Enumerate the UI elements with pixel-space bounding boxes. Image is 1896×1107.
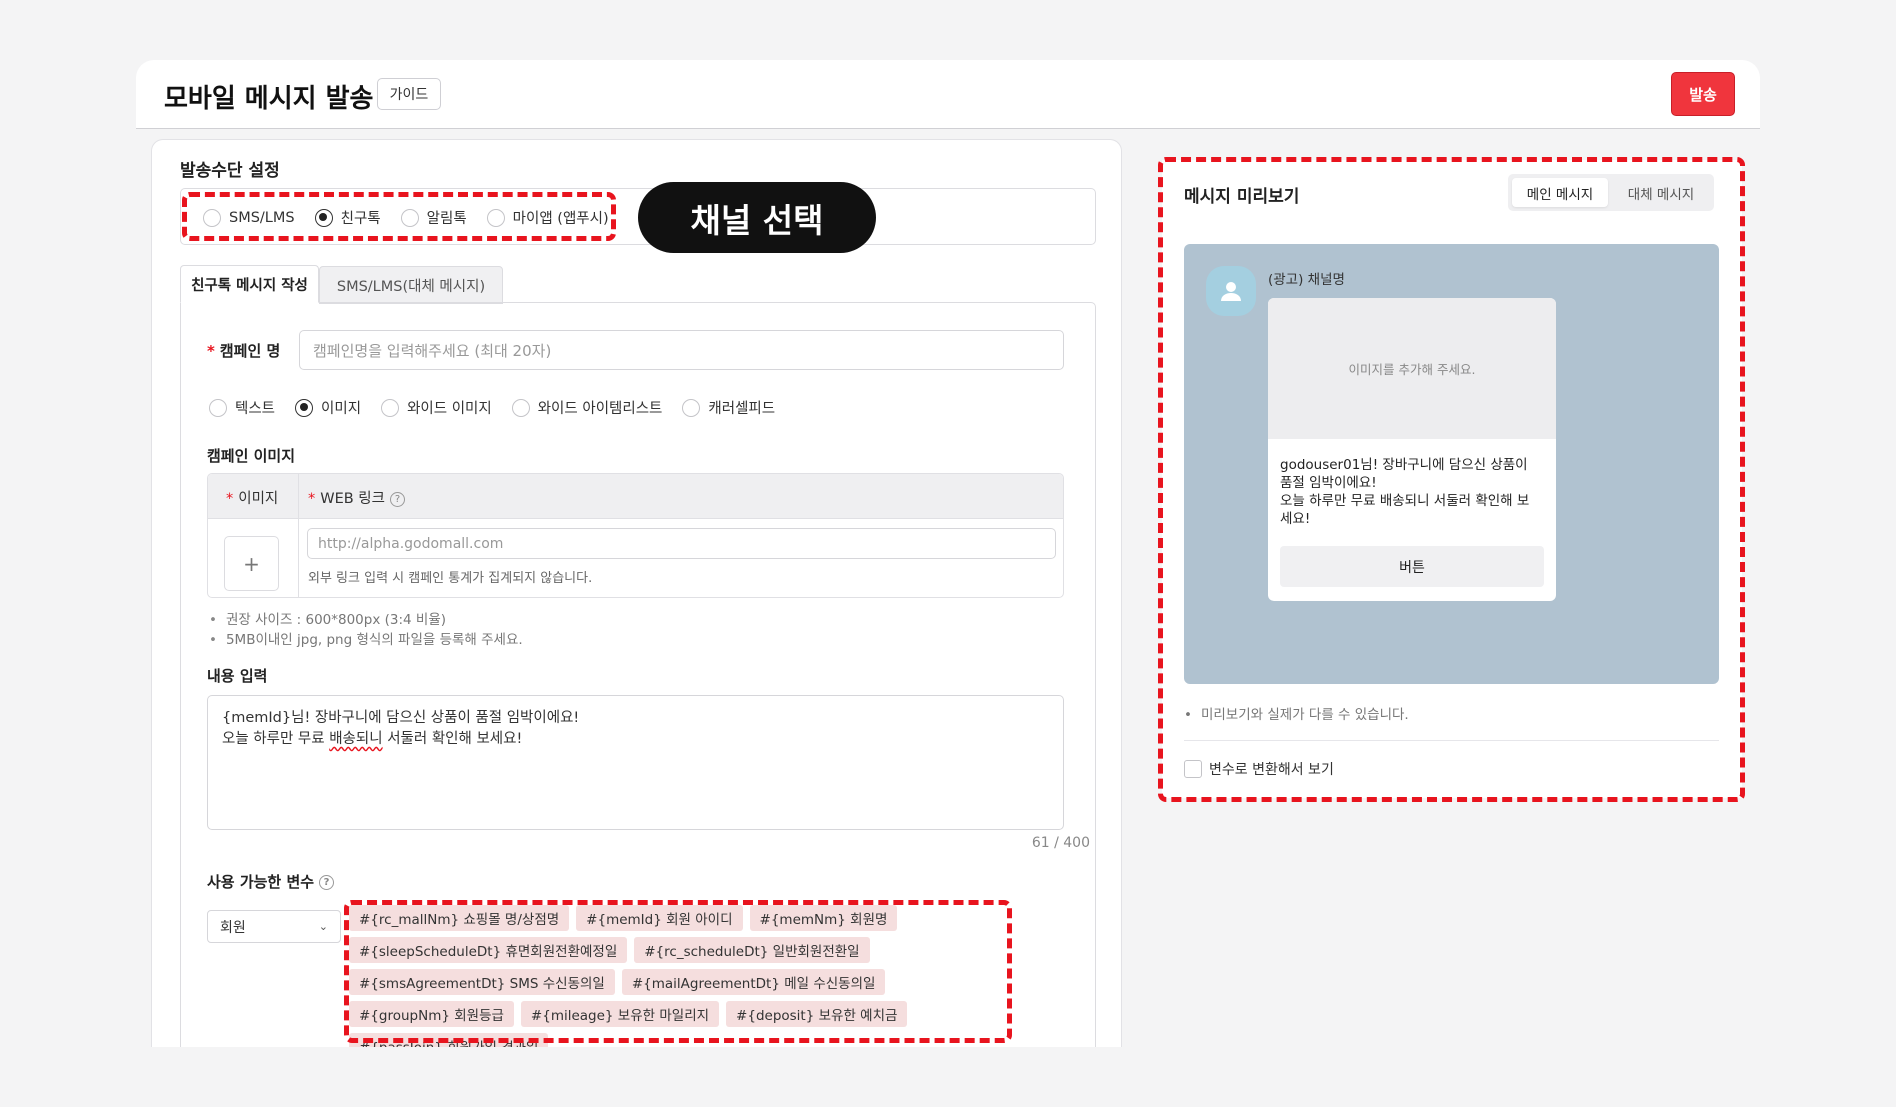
preview-main-message-button[interactable]: 메인 메시지 (1512, 178, 1608, 207)
campaign-image-label: 캠페인 이미지 (207, 447, 296, 465)
message-bubble: 이미지를 추가해 주세요. godouser01님! 장바구니에 담으신 상품이… (1268, 298, 1556, 601)
page-header: 모바일 메시지 발송 가이드 발송 (136, 60, 1760, 129)
message-preview: (광고) 채널명 이미지를 추가해 주세요. godouser01님! 장바구니… (1184, 244, 1719, 684)
user-icon (1221, 282, 1241, 301)
web-link-input[interactable]: http://alpha.godomall.com (307, 528, 1056, 559)
chevron-down-icon: ⌄ (318, 920, 328, 933)
radio-circle-icon (400, 208, 419, 227)
guide-button[interactable]: 가이드 (377, 78, 441, 110)
help-icon[interactable]: ? (319, 875, 335, 890)
compose-panel: 발송수단 설정 SMS/LMS 친구톡 알림톡 마이앱 (앱푸시) 친구톡 메시… (151, 139, 1122, 1047)
checkbox-icon (1184, 760, 1202, 778)
radio-selected-icon (314, 208, 333, 227)
tab-sms-fallback[interactable]: SMS/LMS(대체 메시지) (319, 266, 503, 304)
preview-note: 미리보기와 실제가 다를 수 있습니다. (1184, 703, 1409, 723)
radio-circle-icon (682, 398, 701, 417)
channel-name: (광고) 채널명 (1268, 272, 1345, 288)
radio-circle-icon (209, 398, 227, 417)
variable-category-select[interactable]: 회원 ⌄ (207, 910, 341, 943)
type-radio-wide-itemlist[interactable]: 와이드 아이템리스트 (511, 397, 662, 418)
variable-chip[interactable]: #{passJoin} 회원가입 경과일 (349, 1033, 549, 1047)
variable-chip[interactable]: #{groupNm} 회원등급 (349, 1001, 514, 1027)
variable-chip[interactable]: #{deposit} 보유한 예치금 (726, 1001, 908, 1027)
channel-radio-sms[interactable]: SMS/LMS (203, 208, 295, 227)
content-label: 내용 입력 (207, 667, 268, 685)
variable-chip[interactable]: #{mileage} 보유한 마일리지 (520, 1001, 720, 1027)
preview-panel: 메시지 미리보기 메인 메시지 대체 메시지 (광고) 채널명 이미지를 추가해… (1162, 160, 1742, 798)
campaign-name-label: * 캠페인 명 (207, 342, 281, 360)
col-web-link-header: * WEB 링크? (308, 487, 405, 508)
message-action-button[interactable]: 버튼 (1280, 546, 1544, 587)
char-counter: 61 / 400 (1031, 835, 1090, 851)
radio-circle-icon (486, 208, 505, 227)
content-textarea[interactable]: {memId}님! 장바구니에 담으신 상품이 품절 임박이에요! 오늘 하루만… (207, 695, 1064, 830)
variable-chips: #{rc_mallNm} 쇼핑몰 명/상점명 #{memId} 회원 아이디 #… (349, 905, 1004, 1047)
message-body: godouser01님! 장바구니에 담으신 상품이 품절 임박이에요! 오늘 … (1280, 457, 1530, 527)
campaign-image-table: * 이미지 * WEB 링크? + http://alpha.godomall.co… (207, 473, 1064, 598)
type-radio-image[interactable]: 이미지 (295, 397, 361, 418)
channel-radio-alimtalk[interactable]: 알림톡 (400, 207, 467, 228)
tab-friendtalk-compose[interactable]: 친구톡 메시지 작성 (180, 265, 319, 303)
variable-chip[interactable]: #{smsAgreementDt} SMS 수신동의일 (349, 969, 615, 995)
page-title: 모바일 메시지 발송 (164, 84, 374, 114)
variable-chip[interactable]: #{rc_scheduleDt} 일반회원전환일 (634, 937, 870, 963)
send-button[interactable]: 발송 (1671, 72, 1735, 116)
note-size: 권장 사이즈 : 600*800px (3:4 비율) (209, 608, 446, 628)
preview-title: 메시지 미리보기 (1184, 187, 1300, 207)
channel-select-callout: 채널 선택 (638, 182, 876, 253)
type-radio-wide-image[interactable]: 와이드 이미지 (381, 397, 492, 418)
spellcheck-word: 배송되니 (329, 731, 383, 747)
radio-circle-icon (381, 398, 400, 417)
channel-radio-friendtalk[interactable]: 친구톡 (314, 207, 381, 228)
variable-chip[interactable]: #{memNm} 회원명 (749, 905, 898, 931)
add-image-button[interactable]: + (224, 536, 279, 591)
radio-circle-icon (511, 398, 530, 417)
campaign-name-input[interactable]: 캠페인명을 입력해주세요 (최대 20자) (299, 330, 1064, 370)
radio-circle-icon (203, 208, 221, 227)
note-format: 5MB이내인 jpg, png 형식의 파일을 등록해 주세요. (209, 628, 523, 648)
convert-variables-checkbox[interactable]: 변수로 변환해서 보기 (1184, 759, 1334, 779)
help-icon[interactable]: ? (390, 491, 405, 507)
preview-alt-message-button[interactable]: 대체 메시지 (1612, 178, 1710, 207)
radio-selected-icon (295, 398, 314, 417)
variable-chip[interactable]: #{rc_mallNm} 쇼핑몰 명/상점명 (349, 905, 570, 931)
image-placeholder: 이미지를 추가해 주세요. (1268, 298, 1556, 439)
variable-chip[interactable]: #{mailAgreementDt} 메일 수신동의일 (621, 969, 886, 995)
variable-chip[interactable]: #{sleepScheduleDt} 휴면회원전환예정일 (349, 937, 628, 963)
col-image-header: * 이미지 (226, 491, 279, 507)
variables-label: 사용 가능한 변수? (207, 871, 335, 892)
variable-chip[interactable]: #{memId} 회원 아이디 (576, 905, 743, 931)
web-link-note: 외부 링크 입력 시 캠페인 통계가 집계되지 않습니다. (308, 571, 593, 586)
type-radio-text[interactable]: 텍스트 (209, 397, 275, 418)
channel-radio-myapp[interactable]: 마이앱 (앱푸시) (486, 207, 609, 228)
send-settings-title: 발송수단 설정 (180, 161, 280, 181)
type-radio-carousel[interactable]: 캐러셀피드 (682, 397, 775, 418)
avatar (1206, 266, 1256, 316)
preview-mode-toggle: 메인 메시지 대체 메시지 (1508, 174, 1714, 211)
